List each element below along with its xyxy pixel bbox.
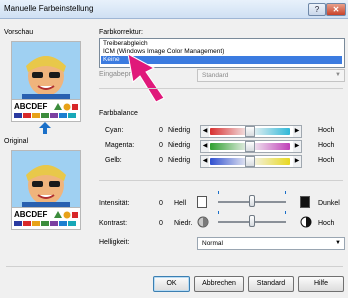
chevron-left-icon[interactable]: ◀ (201, 141, 209, 152)
preview-label: Vorschau (4, 29, 34, 36)
color-swatch (23, 221, 31, 226)
defaults-button[interactable]: Standard (248, 276, 294, 292)
balance-value: 0 (159, 127, 163, 134)
slider-thumb[interactable] (245, 156, 255, 167)
slider-thumb[interactable] (245, 141, 255, 152)
intensity-value: 0 (159, 200, 163, 207)
balance-high-label: Hoch (318, 157, 335, 164)
divider (99, 88, 343, 89)
intensity-high-label: Dunkel (318, 200, 340, 207)
arrow-up-icon (39, 122, 51, 134)
close-button[interactable]: ✕ (326, 3, 346, 16)
original-swatches: ABCDEF (11, 207, 81, 230)
original-thumbnail (11, 150, 81, 209)
brightness-select[interactable]: Normal ▼ (197, 237, 345, 250)
title-bar: Manuelle Farbeinstellung ? ✕ (0, 0, 348, 19)
balance-high-label: Hoch (318, 127, 335, 134)
preview-sample-text: ABCDEF (14, 102, 48, 111)
color-swatch (41, 113, 49, 118)
tick-mark (285, 191, 286, 194)
color-correction-label: Farbkorrektur: (99, 29, 143, 36)
divider (99, 180, 343, 181)
contrast-high-label: Hoch (318, 220, 335, 227)
high-contrast-icon (300, 216, 312, 228)
balance-slider[interactable]: ◀ ▶ (200, 155, 302, 168)
balance-slider[interactable]: ◀ ▶ (200, 125, 302, 138)
window-title: Manuelle Farbeinstellung (4, 4, 94, 13)
chevron-down-icon: ▼ (335, 240, 341, 246)
color-swatch (23, 113, 31, 118)
light-square-icon (197, 196, 207, 208)
intensity-slider[interactable] (216, 188, 288, 208)
slider-thumb[interactable] (249, 215, 255, 227)
intensity-label: Intensität: (99, 200, 130, 207)
slider-thumb[interactable] (249, 195, 255, 207)
balance-name: Gelb: (105, 157, 122, 164)
color-swatch (32, 221, 40, 226)
input-profile-value: Standard (202, 72, 229, 79)
color-swatch (14, 221, 22, 226)
balance-value: 0 (159, 157, 163, 164)
help-button[interactable]: Hilfe (298, 276, 344, 292)
color-swatch (32, 113, 40, 118)
color-swatch (50, 113, 58, 118)
brightness-value: Normal (202, 240, 223, 247)
intensity-low-label: Hell (174, 200, 187, 207)
color-swatch (41, 221, 49, 226)
color-swatch (68, 221, 76, 226)
help-title-button[interactable]: ? (308, 3, 326, 16)
divider (6, 266, 343, 267)
balance-low-label: Niedrig (168, 127, 191, 134)
shapes-icon (54, 103, 78, 111)
preview-thumbnail (11, 41, 81, 101)
balance-value: 0 (159, 142, 163, 149)
balance-low-label: Niedrig (168, 142, 191, 149)
contrast-slider[interactable] (216, 208, 288, 228)
dark-square-icon (300, 196, 310, 208)
color-swatch (59, 221, 67, 226)
low-contrast-icon (197, 216, 209, 228)
child-photo-original (12, 151, 80, 208)
preview-swatches: ABCDEF (11, 99, 81, 122)
slider-thumb[interactable] (245, 126, 255, 137)
chevron-right-icon[interactable]: ▶ (293, 141, 301, 152)
original-label: Original (4, 138, 29, 145)
color-balance-label: Farbbalance (99, 110, 138, 117)
balance-high-label: Hoch (318, 142, 335, 149)
annotation-arrow-icon (127, 53, 165, 103)
child-photo-preview (12, 42, 80, 100)
tick-mark (218, 211, 219, 214)
input-profile-select: Standard ▼ (197, 69, 345, 82)
balance-low-label: Niedrig (168, 157, 191, 164)
chevron-left-icon[interactable]: ◀ (201, 126, 209, 137)
list-item-driver-matching[interactable]: Treiberabgleich (101, 40, 342, 48)
tick-mark (218, 191, 219, 194)
color-swatch (14, 113, 22, 118)
ok-button[interactable]: OK (153, 276, 190, 292)
original-sample-text: ABCDEF (14, 210, 48, 219)
color-swatch (59, 113, 67, 118)
shapes-icon (54, 211, 78, 219)
chevron-right-icon[interactable]: ▶ (293, 156, 301, 167)
chevron-right-icon[interactable]: ▶ (293, 126, 301, 137)
color-swatch (68, 113, 76, 118)
balance-name: Magenta: (105, 142, 135, 149)
balance-slider[interactable]: ◀ ▶ (200, 140, 302, 153)
balance-name: Cyan: (105, 127, 124, 134)
tick-mark (285, 211, 286, 214)
brightness-label: Helligkeit: (99, 239, 130, 246)
color-swatch (50, 221, 58, 226)
contrast-label: Kontrast: (99, 220, 128, 227)
contrast-low-label: Niedr. (174, 220, 193, 227)
cancel-button[interactable]: Abbrechen (194, 276, 244, 292)
contrast-value: 0 (159, 220, 163, 227)
chevron-left-icon[interactable]: ◀ (201, 156, 209, 167)
chevron-down-icon: ▼ (335, 72, 341, 78)
